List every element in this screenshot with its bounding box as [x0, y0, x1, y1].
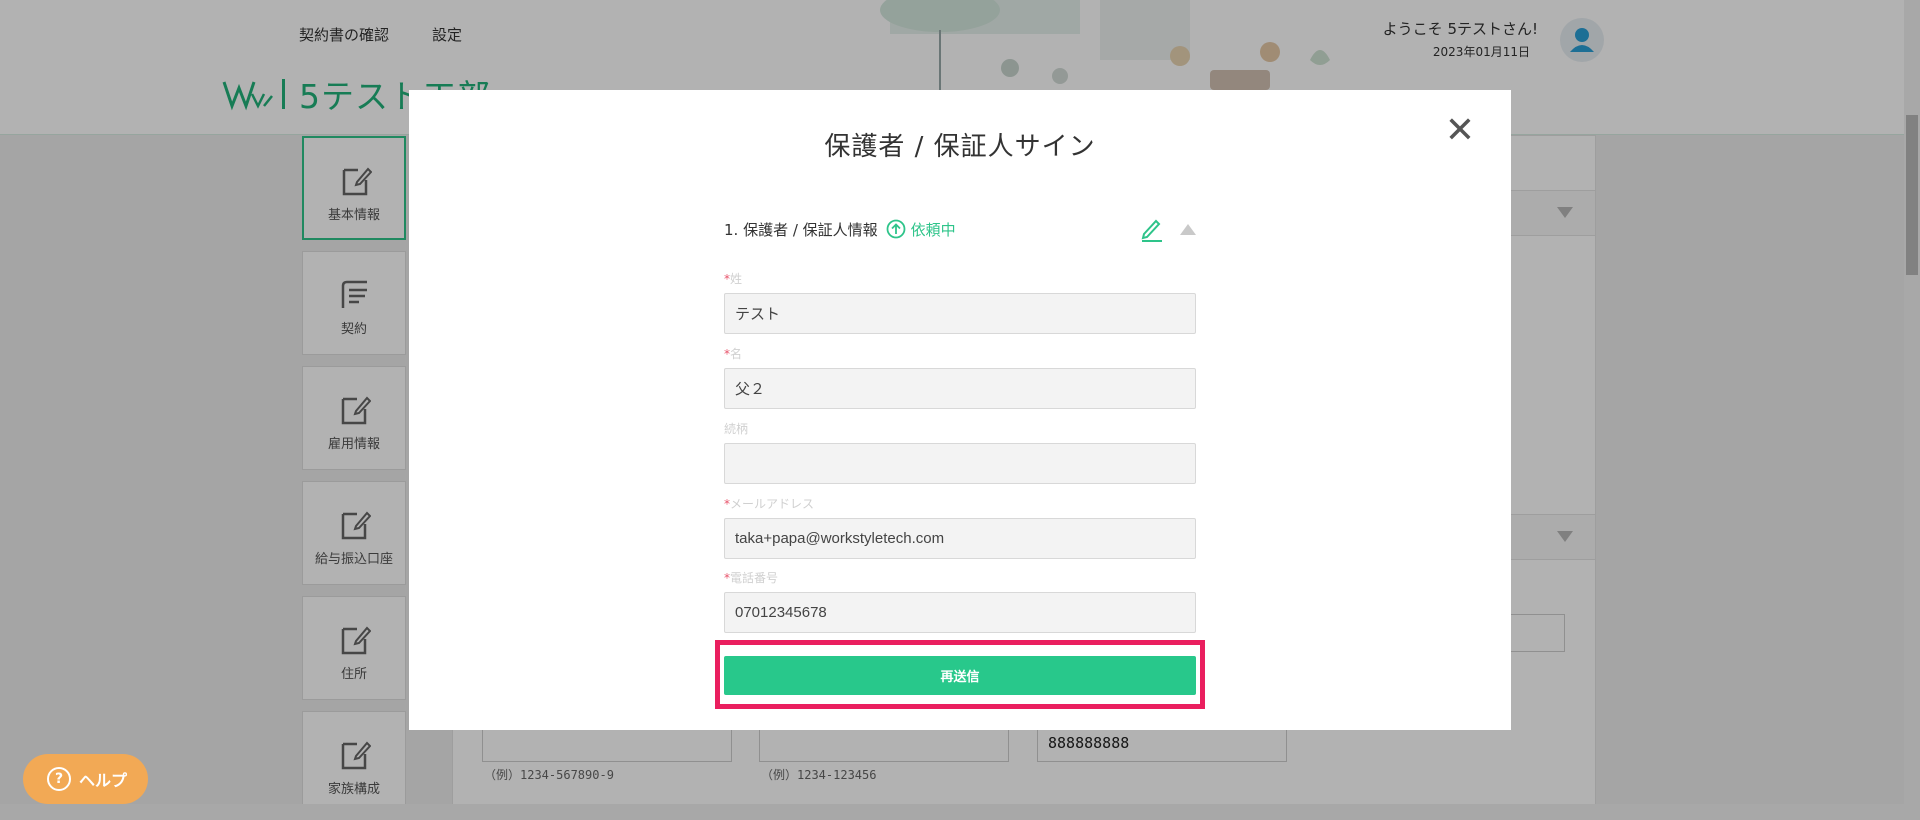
field-label-relationship: 続柄	[724, 422, 749, 436]
field-label-first-name: *名	[724, 347, 743, 361]
resend-button[interactable]: 再送信	[724, 656, 1196, 695]
guarantor-info-section-header: 1. 保護者 / 保証人情報 依頼中	[724, 216, 1196, 242]
field-label-phone: *電話番号	[724, 571, 779, 585]
field-label-last-name: *姓	[724, 272, 743, 286]
upload-circle-icon	[886, 219, 906, 239]
phone-field[interactable]	[724, 592, 1196, 633]
status-text: 依頼中	[910, 220, 956, 239]
modal-title: 保護者 / 保証人サイン	[824, 132, 1096, 162]
first-name-field[interactable]	[724, 368, 1196, 409]
email-field[interactable]	[724, 518, 1196, 559]
section-title: 1. 保護者 / 保証人情報	[724, 220, 878, 239]
question-icon: ?	[47, 767, 71, 791]
guarantor-sign-modal: 保護者 / 保証人サイン ✕ 1. 保護者 / 保証人情報 依頼中 *姓 *名 …	[409, 90, 1511, 730]
help-label: ヘルプ	[79, 771, 128, 790]
relationship-field[interactable]	[724, 443, 1196, 484]
last-name-field[interactable]	[724, 293, 1196, 334]
field-label-email: *メールアドレス	[724, 497, 815, 511]
collapse-triangle-icon[interactable]	[1180, 224, 1196, 235]
help-button[interactable]: ? ヘルプ	[23, 754, 148, 804]
status-badge: 依頼中	[886, 219, 956, 240]
edit-pencil-icon[interactable]	[1140, 216, 1164, 242]
close-icon[interactable]: ✕	[1443, 113, 1477, 149]
